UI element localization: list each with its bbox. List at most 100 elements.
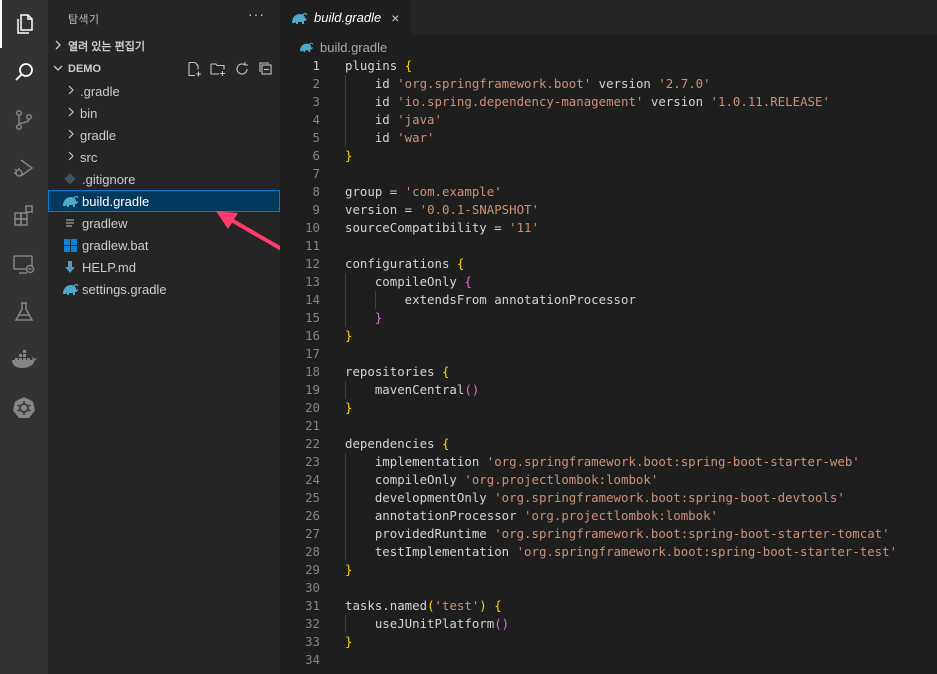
tree-item-label: .gitignore (82, 171, 136, 187)
line-number: 6 (312, 148, 320, 163)
code-line: 27 providedRuntime 'org.springframework.… (280, 525, 937, 543)
tree-folder-gradle-cache[interactable]: .gradle (48, 80, 280, 102)
code-line: 1 plugins { (280, 57, 937, 75)
tree-file-gitignore[interactable]: .gitignore (48, 168, 280, 190)
code-text: version = '0.0.1-SNAPSHOT' (345, 202, 539, 217)
line-number: 11 (305, 238, 320, 253)
code-text: } (374, 310, 383, 325)
code-line: 6} (280, 147, 937, 165)
chevron-down-icon (48, 63, 68, 76)
windows-icon (60, 238, 80, 252)
tree-file-settings-gradle[interactable]: settings.gradle (48, 278, 280, 300)
code-text: repositories { (345, 364, 450, 379)
line-number: 3 (312, 94, 320, 109)
line-number: 4 (312, 112, 320, 127)
code-line: 23 implementation 'org.springframework.b… (280, 453, 937, 471)
line-number: 30 (305, 580, 320, 595)
explorer-sidebar: 탐색기 ··· 열려 있는 편집기 DEMO .gradle bin gradl… (48, 0, 294, 674)
code-line: 8 group = 'com.example' (280, 183, 937, 201)
gradle-elephant-icon (60, 282, 80, 296)
new-file-icon[interactable] (186, 61, 202, 77)
source-control-icon[interactable] (0, 96, 48, 144)
activity-bar (0, 0, 48, 674)
open-editors-section[interactable]: 열려 있는 편집기 (48, 35, 280, 57)
tree-item-label: build.gradle (82, 193, 150, 209)
code-line: 7 (280, 165, 937, 183)
tree-folder-src[interactable]: src (48, 146, 280, 168)
tree-item-label: gradle (80, 127, 117, 143)
code-text: mavenCentral() (345, 382, 480, 397)
code-text: compileOnly 'org.projectlombok:lombok' (345, 472, 659, 487)
code-text: } (345, 634, 353, 649)
project-section[interactable]: DEMO (48, 58, 280, 80)
chevron-right-icon (48, 40, 68, 53)
code-line: 17 (280, 345, 937, 363)
code-text: annotationProcessor 'org.projectlombok:l… (345, 508, 719, 523)
docker-icon[interactable] (0, 336, 48, 384)
explorer-actions (186, 58, 274, 80)
chevron-right-icon (64, 151, 78, 164)
run-debug-icon[interactable] (0, 144, 48, 192)
more-actions-button[interactable]: ··· (248, 6, 265, 22)
line-number: 13 (305, 274, 320, 289)
line-number: 31 (305, 598, 320, 613)
tree-item-label: gradlew.bat (82, 237, 149, 253)
markdown-icon (60, 261, 80, 273)
editor-area: build.gradle × build.gradle 1 plugins {2 … (280, 0, 937, 674)
tree-item-label: .gradle (80, 83, 120, 99)
code-line: 10 sourceCompatibility = '11' (280, 219, 937, 237)
code-text: sourceCompatibility = '11' (345, 220, 539, 235)
code-line: 9 version = '0.0.1-SNAPSHOT' (280, 201, 937, 219)
line-number: 21 (305, 418, 320, 433)
search-icon[interactable] (0, 48, 48, 96)
new-folder-icon[interactable] (210, 61, 226, 77)
kubernetes-icon[interactable] (0, 384, 48, 432)
gradle-elephant-icon (292, 12, 308, 24)
line-number: 8 (312, 184, 320, 199)
code-line: 33} (280, 633, 937, 651)
tab-label: build.gradle (314, 10, 382, 25)
breadcrumb[interactable]: build.gradle (298, 38, 387, 56)
code-line: 2 id 'org.springframework.boot' version … (280, 75, 937, 93)
code-text: compileOnly { (345, 274, 472, 289)
testing-icon[interactable] (0, 288, 48, 336)
line-number: 15 (305, 310, 320, 325)
refresh-icon[interactable] (234, 61, 250, 77)
code-line: 18 repositories { (280, 363, 937, 381)
line-number: 16 (305, 328, 320, 343)
code-text: extendsFrom annotationProcessor (345, 292, 636, 307)
text-file-icon (60, 217, 80, 229)
files-icon[interactable] (0, 0, 48, 48)
line-number: 14 (305, 292, 320, 307)
line-number: 23 (305, 454, 320, 469)
tree-item-label: src (80, 149, 98, 165)
close-icon[interactable]: × (391, 10, 399, 26)
line-number: 33 (305, 634, 320, 649)
line-number: 12 (305, 256, 320, 271)
remote-explorer-icon[interactable] (0, 240, 48, 288)
tree-folder-bin[interactable]: bin (48, 102, 280, 124)
line-number: 27 (305, 526, 320, 541)
code-text: implementation 'org.springframework.boot… (345, 454, 860, 469)
code-text: dependencies { (345, 436, 450, 451)
code-line: 28 testImplementation 'org.springframewo… (280, 543, 937, 561)
tab-build-gradle[interactable]: build.gradle × (280, 0, 410, 35)
code-text: id 'org.springframework.boot' version '2… (345, 76, 711, 91)
code-text: useJUnitPlatform() (345, 616, 510, 631)
code-text: } (345, 328, 353, 343)
code-line: 15 } (280, 309, 937, 327)
line-number: 9 (312, 202, 320, 217)
line-number: 24 (305, 472, 320, 487)
code-line: 26 annotationProcessor 'org.projectlombo… (280, 507, 937, 525)
extensions-icon[interactable] (0, 192, 48, 240)
tree-folder-gradle[interactable]: gradle (48, 124, 280, 146)
code-text: } (345, 148, 353, 163)
code-line: 32 useJUnitPlatform() (280, 615, 937, 633)
chevron-right-icon (64, 129, 78, 142)
code-text: testImplementation 'org.springframework.… (345, 544, 898, 559)
gradle-elephant-icon (60, 194, 80, 208)
collapse-all-icon[interactable] (258, 61, 274, 77)
code-editor[interactable]: 1 plugins {2 id 'org.springframework.boot… (280, 57, 937, 669)
code-line: 24 compileOnly 'org.projectlombok:lombok… (280, 471, 937, 489)
chevron-right-icon (64, 107, 78, 120)
